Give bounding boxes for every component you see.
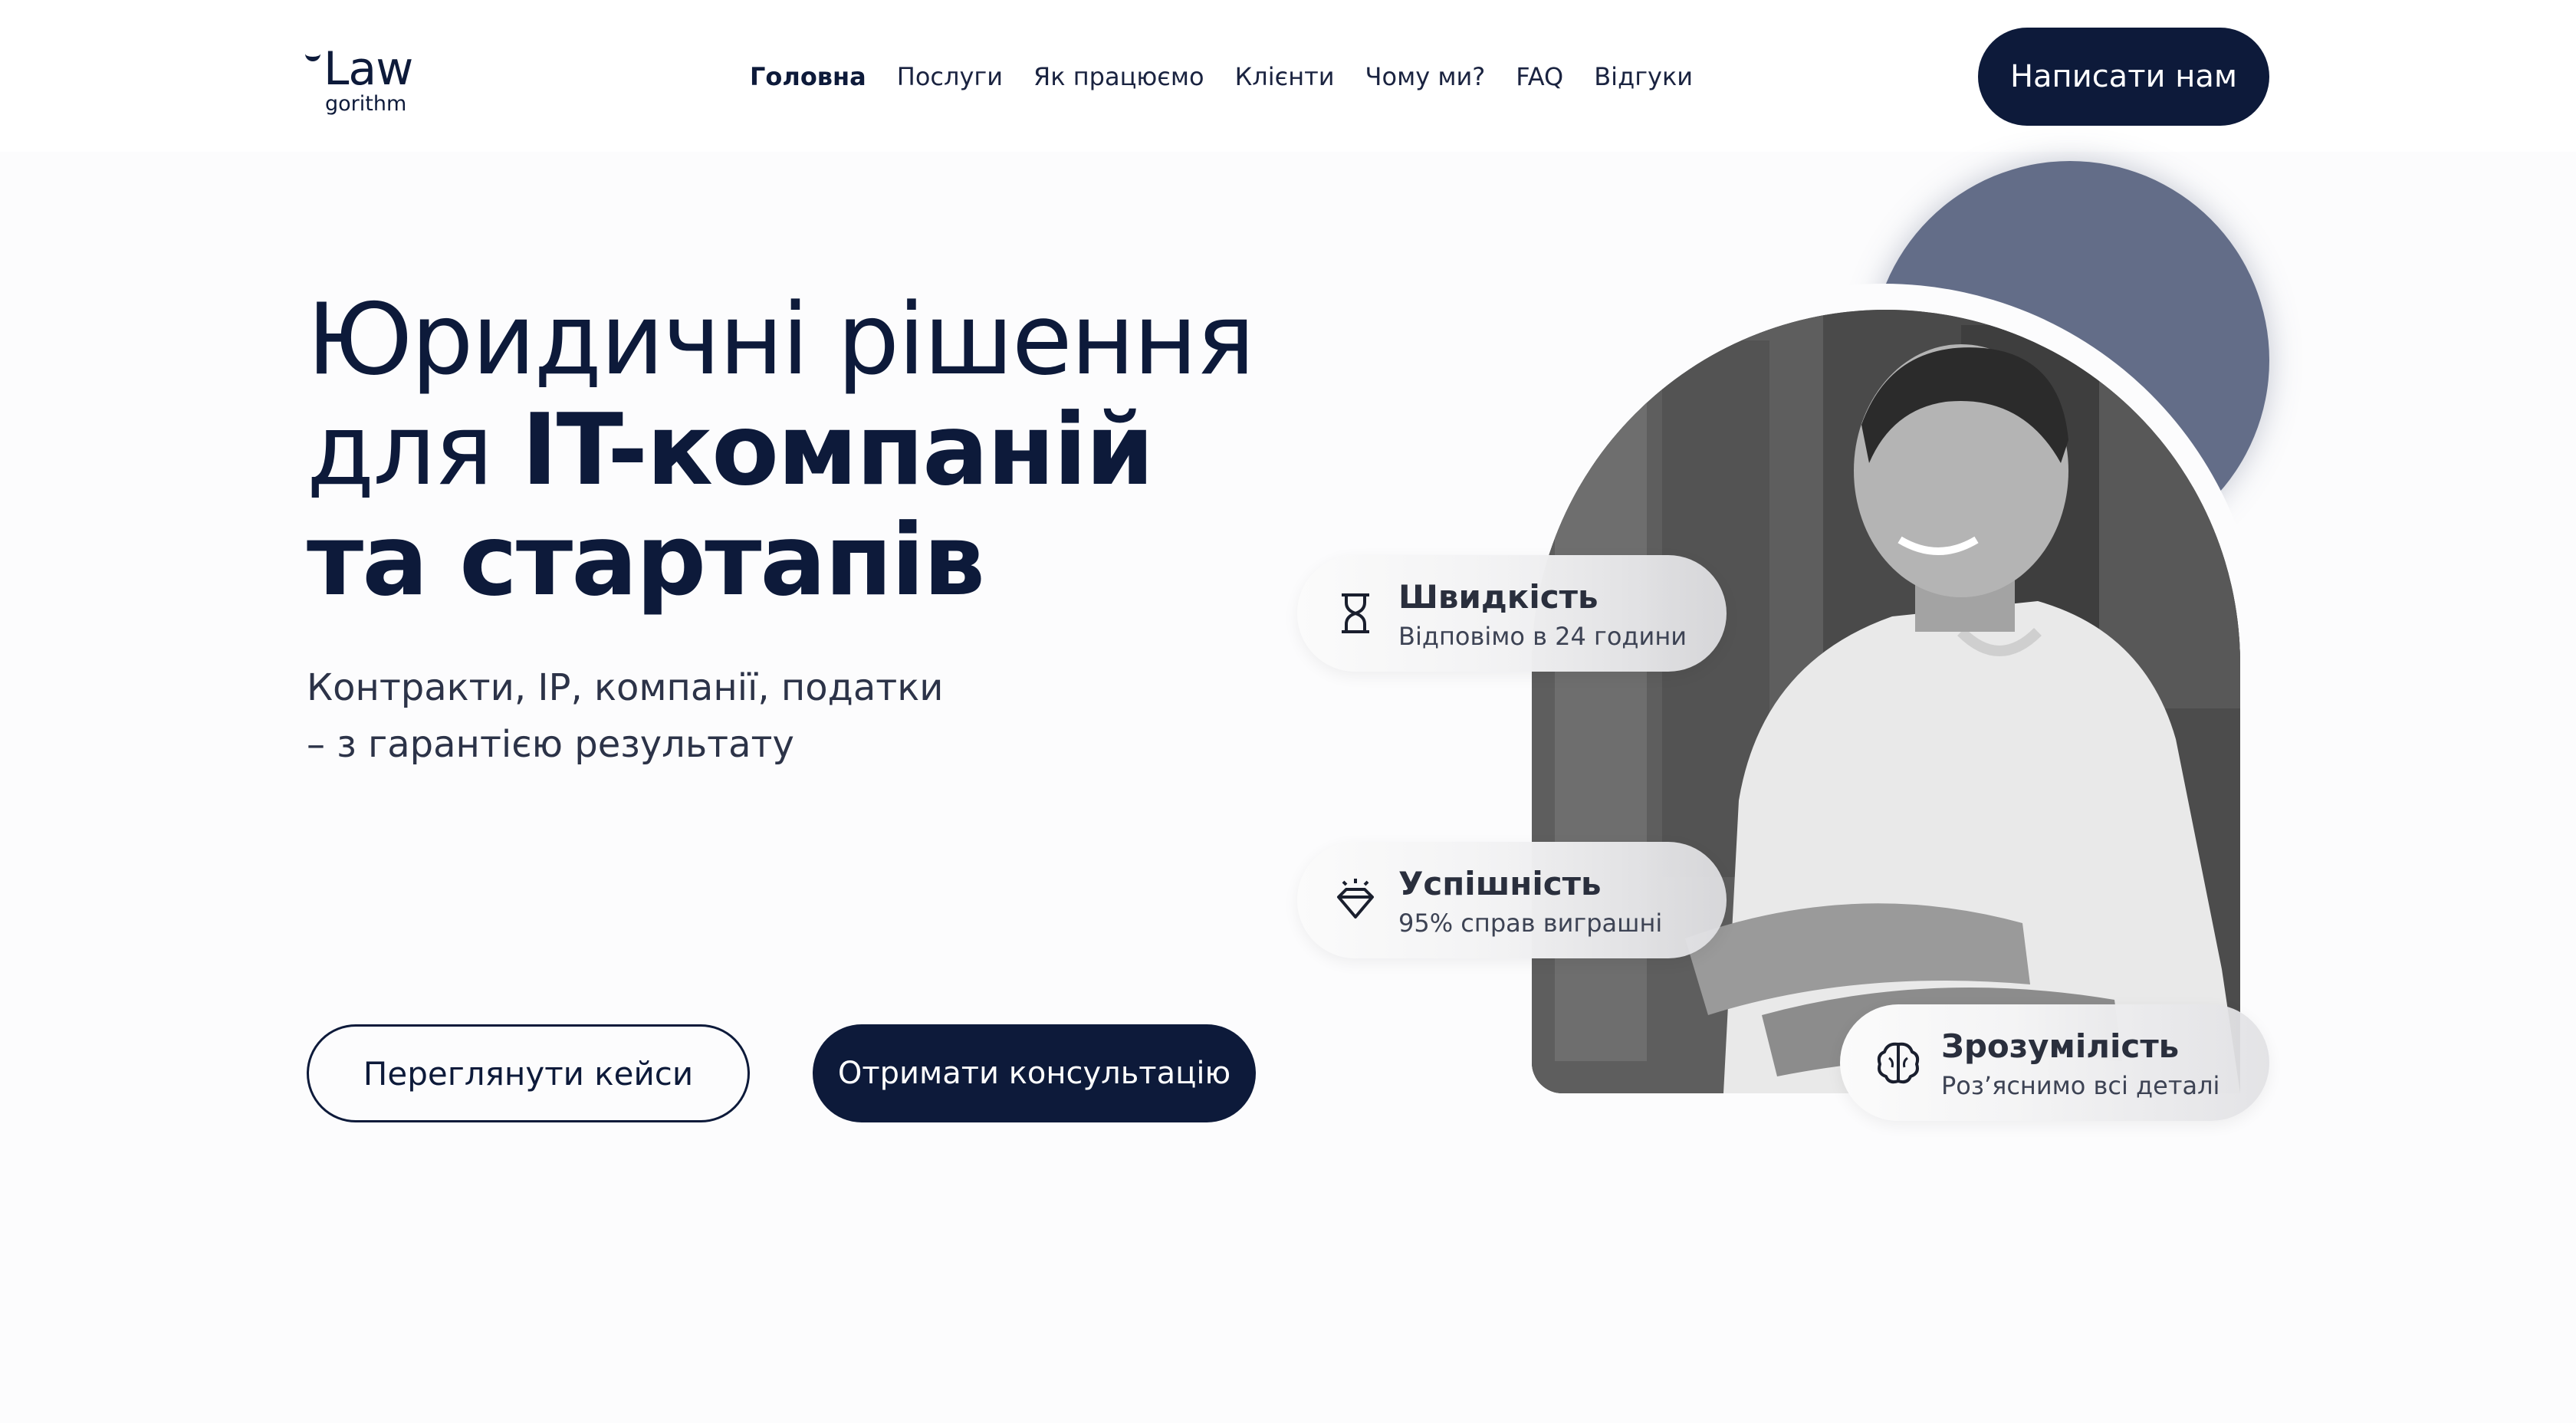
hero-title-line2-light: для — [307, 393, 521, 508]
logo-text-top: Law — [324, 42, 413, 96]
diamond-icon — [1337, 879, 1374, 919]
feature-speed: Швидкість Відповімо в 24 години — [1297, 555, 1727, 672]
nav-item-home[interactable]: Головна — [750, 60, 866, 94]
feature-success-desc: 95% справ виграшні — [1398, 909, 1663, 938]
logo-mark-icon — [305, 52, 320, 61]
feature-speed-title: Швидкість — [1398, 578, 1598, 616]
feature-success-title: Успішність — [1398, 865, 1602, 902]
nav-item-why-us[interactable]: Чому ми? — [1365, 60, 1486, 94]
hourglass-icon — [1342, 593, 1369, 633]
nav-item-how-we-work[interactable]: Як працюємо — [1033, 60, 1204, 94]
hero-subtitle-line1: Контракти, IP, компанії, податки — [307, 666, 944, 709]
get-consultation-button[interactable]: Отримати консультацію — [813, 1024, 1256, 1122]
hero-title-line2-bold: IT-компаній — [521, 393, 1154, 508]
hero-subtitle-line2: – з гарантією результату — [307, 723, 794, 766]
nav-item-services[interactable]: Послуги — [897, 60, 1003, 94]
contact-us-button[interactable]: Написати нам — [1978, 28, 2269, 126]
main-nav: Головна Послуги Як працюємо Клієнти Чому… — [750, 60, 1693, 94]
logo[interactable]: Law gorithm — [305, 44, 428, 121]
hero-title: Юридичні рішення для IT-компаній та стар… — [307, 285, 1380, 616]
feature-speed-desc: Відповімо в 24 години — [1398, 622, 1687, 651]
hero-title-line3: та стартапів — [307, 504, 985, 618]
logo-text-bottom: gorithm — [325, 92, 407, 116]
nav-item-clients[interactable]: Клієнти — [1235, 60, 1335, 94]
site-header: Law gorithm Головна Послуги Як працюємо … — [0, 0, 2576, 152]
hero-title-line1: Юридичні рішення — [307, 283, 1255, 397]
hero-subtitle: Контракти, IP, компанії, податки – з гар… — [307, 659, 1150, 773]
hero-photo — [1532, 310, 2240, 1093]
feature-clarity: Зрозумілість Роз’яснимо всі деталі — [1840, 1004, 2269, 1121]
feature-clarity-title: Зрозумілість — [1941, 1027, 2180, 1065]
brain-icon — [1877, 1042, 1920, 1084]
person-photo-illustration — [1532, 310, 2240, 1093]
nav-item-reviews[interactable]: Відгуки — [1594, 60, 1693, 94]
feature-success: Успішність 95% справ виграшні — [1297, 842, 1727, 958]
nav-item-faq[interactable]: FAQ — [1516, 60, 1563, 94]
hero-title-line2: для IT-компаній — [307, 396, 1380, 506]
view-cases-button[interactable]: Переглянути кейси — [307, 1024, 750, 1122]
feature-clarity-desc: Роз’яснимо всі деталі — [1941, 1071, 2220, 1100]
